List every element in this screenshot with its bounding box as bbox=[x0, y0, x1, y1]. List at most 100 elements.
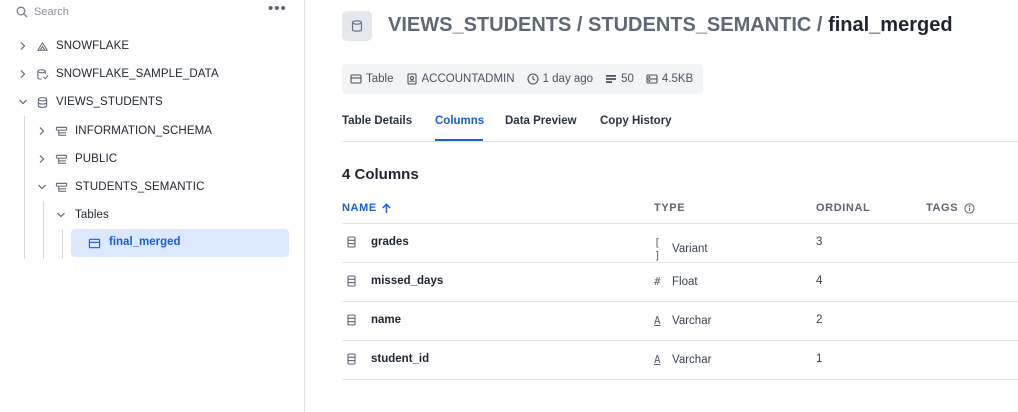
column-name: student_id bbox=[371, 353, 430, 365]
tree-item-snowflake[interactable]: SNOWFLAKE bbox=[18, 32, 129, 60]
column-name-cell: grades bbox=[346, 236, 409, 248]
table-row[interactable]: missed_days # Float 4 bbox=[342, 263, 1018, 302]
object-type-badge bbox=[342, 11, 372, 41]
tree-guide-line bbox=[24, 116, 25, 259]
storage-icon bbox=[646, 74, 658, 84]
column-type: Variant bbox=[672, 243, 708, 255]
column-icon bbox=[347, 236, 356, 248]
tree-item-information-schema[interactable]: INFORMATION_SCHEMA bbox=[37, 117, 212, 145]
chevron-down-icon[interactable] bbox=[37, 182, 47, 192]
object-detail-panel: VIEWS_STUDENTS / STUDENTS_SEMANTIC / fin… bbox=[306, 0, 1018, 412]
tab-data-preview[interactable]: Data Preview bbox=[505, 115, 577, 127]
column-ordinal: 4 bbox=[816, 275, 823, 287]
column-header-ordinal[interactable]: ORDINAL bbox=[816, 202, 870, 214]
search-input[interactable]: Search bbox=[16, 3, 288, 21]
breadcrumb: VIEWS_STUDENTS / STUDENTS_SEMANTIC / bbox=[388, 14, 829, 36]
column-icon bbox=[347, 353, 356, 365]
text-type-icon: A bbox=[654, 353, 661, 366]
column-header-ordinal-label: ORDINAL bbox=[816, 202, 871, 214]
column-icon bbox=[347, 275, 356, 287]
tree-item-label: INFORMATION_SCHEMA bbox=[75, 125, 213, 137]
tree-item-label: Tables bbox=[75, 209, 109, 221]
column-ordinal: 1 bbox=[816, 353, 823, 365]
active-tab-indicator bbox=[435, 139, 483, 141]
tab-columns[interactable]: Columns bbox=[435, 115, 484, 127]
search-icon bbox=[16, 6, 28, 18]
schema-icon bbox=[55, 182, 68, 192]
column-name: name bbox=[371, 314, 402, 326]
column-type-cell: A Varchar bbox=[654, 353, 711, 366]
role-icon bbox=[406, 73, 417, 85]
column-header-name[interactable]: NAME bbox=[342, 202, 392, 214]
table-row[interactable]: student_id A Varchar 1 bbox=[342, 341, 1018, 380]
meta-type-label: Table bbox=[366, 73, 394, 85]
clock-icon bbox=[527, 73, 539, 85]
variant-type-icon: [ ] bbox=[654, 236, 661, 262]
tree-guide-line bbox=[43, 201, 44, 259]
table-icon bbox=[350, 74, 362, 84]
column-ordinal: 3 bbox=[816, 236, 823, 248]
chevron-right-icon[interactable] bbox=[37, 126, 47, 136]
tree-item-label: final_merged bbox=[109, 236, 181, 248]
database-share-icon bbox=[36, 41, 49, 51]
info-icon[interactable] bbox=[964, 202, 975, 214]
sort-ascending-icon bbox=[382, 202, 391, 213]
column-name: missed_days bbox=[371, 275, 444, 287]
tree-item-label: SNOWFLAKE_SAMPLE_DATA bbox=[56, 68, 219, 80]
column-icon bbox=[347, 314, 356, 326]
meta-size: 4.5KB bbox=[646, 73, 693, 85]
column-header-tags[interactable]: TAGS bbox=[926, 202, 975, 214]
search-placeholder: Search bbox=[34, 6, 69, 18]
chevron-down-icon[interactable] bbox=[18, 97, 28, 107]
column-name-cell: name bbox=[346, 314, 401, 326]
chevron-right-icon[interactable] bbox=[37, 154, 47, 164]
tree-item-final-merged[interactable]: final_merged bbox=[71, 229, 289, 257]
tree-item-views-students[interactable]: VIEWS_STUDENTS bbox=[18, 88, 163, 116]
meta-type: Table bbox=[350, 73, 394, 85]
column-header-type[interactable]: TYPE bbox=[654, 202, 685, 214]
columns-count-heading: 4 Columns bbox=[342, 166, 419, 183]
meta-rows: 50 bbox=[605, 73, 634, 85]
number-type-icon: # bbox=[654, 275, 661, 288]
tree-item-label: PUBLIC bbox=[75, 153, 118, 165]
meta-size-label: 4.5KB bbox=[661, 73, 694, 85]
table-icon bbox=[88, 238, 101, 249]
more-options-button[interactable]: ••• bbox=[268, 1, 287, 16]
chevron-down-icon[interactable] bbox=[56, 210, 66, 220]
database-shared-icon bbox=[37, 68, 49, 80]
column-ordinal: 2 bbox=[816, 314, 823, 326]
object-meta-bar: Table ACCOUNTADMIN 1 day ago 50 4.5KB bbox=[342, 64, 704, 94]
text-type-icon: A bbox=[654, 314, 661, 327]
column-name-cell: missed_days bbox=[346, 275, 443, 287]
column-type-cell: [ ] Variant bbox=[654, 236, 708, 262]
chevron-right-icon[interactable] bbox=[18, 69, 28, 79]
table-row[interactable]: grades [ ] Variant 3 bbox=[342, 224, 1018, 263]
tree-guide-line bbox=[62, 229, 63, 259]
meta-owner-label: ACCOUNTADMIN bbox=[421, 73, 515, 85]
tab-table-details[interactable]: Table Details bbox=[342, 115, 412, 127]
database-icon bbox=[37, 96, 48, 108]
meta-age-label: 1 day ago bbox=[542, 73, 594, 85]
rows-icon bbox=[606, 75, 617, 83]
schema-icon bbox=[55, 154, 68, 164]
tree-item-snowflake-sample-data[interactable]: SNOWFLAKE_SAMPLE_DATA bbox=[18, 60, 219, 88]
meta-owner: ACCOUNTADMIN bbox=[406, 73, 515, 85]
column-header-name-label: NAME bbox=[342, 202, 377, 214]
tree-item-public[interactable]: PUBLIC bbox=[37, 145, 117, 173]
column-type-cell: # Float bbox=[654, 275, 698, 288]
meta-age: 1 day ago bbox=[527, 73, 594, 85]
column-name: grades bbox=[371, 236, 409, 248]
schema-icon bbox=[55, 126, 68, 136]
column-type-cell: A Varchar bbox=[654, 314, 711, 327]
tab-copy-history[interactable]: Copy History bbox=[600, 115, 672, 127]
columns-table-header: NAME TYPE ORDINAL TAGS bbox=[342, 194, 1018, 224]
object-explorer-sidebar: Search ••• SNOWFLAKE SNOWFLAKE_SAMPLE_DA… bbox=[0, 0, 305, 412]
tree-item-label: SNOWFLAKE bbox=[56, 40, 130, 52]
chevron-right-icon[interactable] bbox=[18, 41, 28, 51]
detail-tabs: Table Details Columns Data Preview Copy … bbox=[342, 104, 1018, 142]
column-type: Float bbox=[672, 275, 698, 288]
tree-item-students-semantic[interactable]: STUDENTS_SEMANTIC bbox=[37, 173, 205, 201]
tree-item-tables-folder[interactable]: Tables bbox=[56, 201, 109, 229]
column-type: Varchar bbox=[672, 353, 712, 366]
table-row[interactable]: name A Varchar 2 bbox=[342, 302, 1018, 341]
